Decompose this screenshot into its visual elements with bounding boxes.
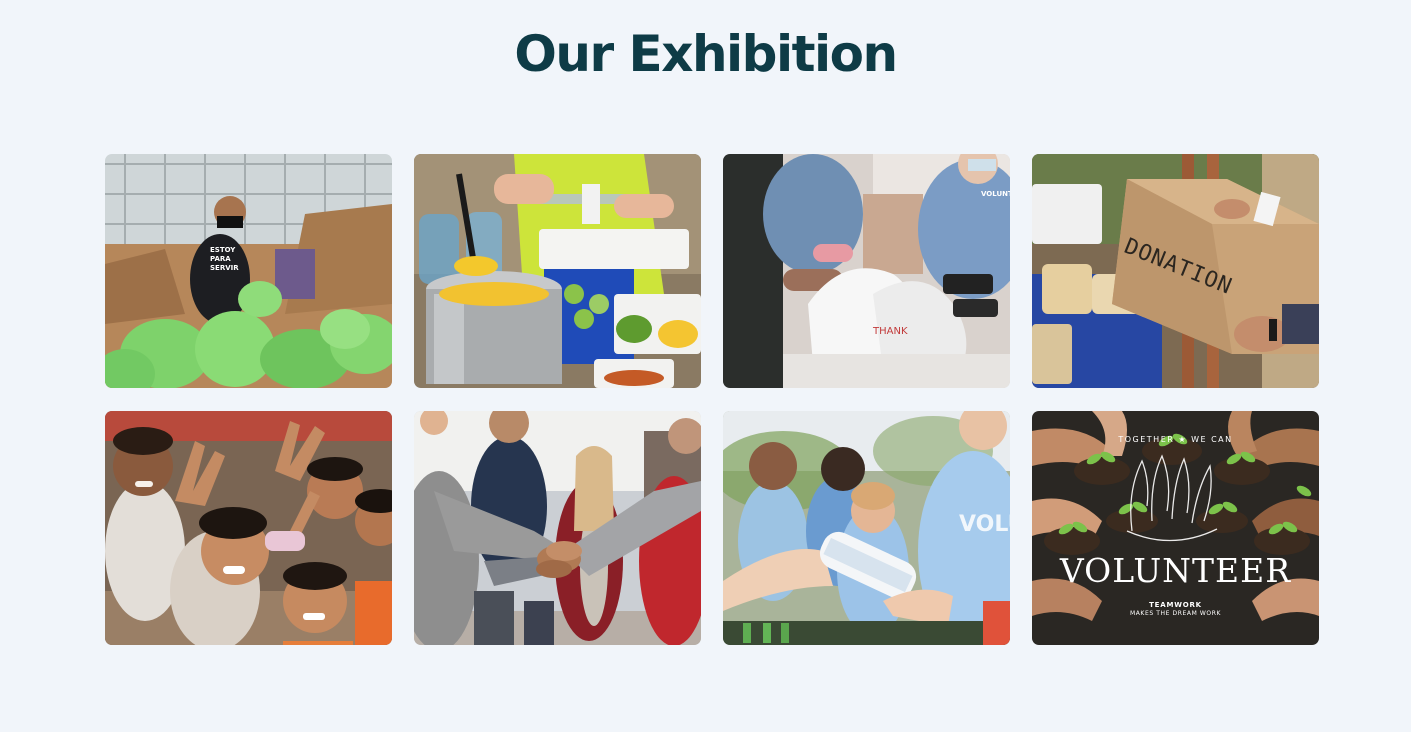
gallery-image-food-serving[interactable] [414,154,701,388]
children-photo [105,411,392,645]
food-packing-photo [105,154,392,388]
shirt-print: ESTOY PARA SERVIR [210,246,239,273]
gallery-image-food-packing[interactable]: ESTOY PARA SERVIR [105,154,392,388]
shirt-line-2: PARA [210,255,231,263]
shirt-print-volun: VOLUN [959,512,1010,537]
shirt-line-1: ESTOY [210,246,236,254]
section-title: Our Exhibition [514,25,898,83]
svg-text:THANK: THANK [872,326,908,337]
gallery-image-bottle-handout[interactable]: VOLUN [723,411,1010,645]
shirt-line-3: SERVIR [210,264,239,272]
poster-tagline: TOGETHER ★ WE CAN [1118,435,1233,444]
exhibition-gallery: ESTOY PARA SERVIR THANK VOLUN DONATION V… [105,154,1320,645]
gallery-image-bag-handout[interactable]: THANK VOLUNTEER [723,154,1010,388]
poster-subtitle-2: MAKES THE DREAM WORK [1129,610,1222,617]
gallery-image-donation-box[interactable]: DONATION [1032,154,1319,388]
shirt-print-volunteer: VOLUNTEER [981,190,1010,198]
poster-title: VOLUNTEER [1059,551,1292,590]
gallery-image-children[interactable] [105,411,392,645]
gallery-image-team-hands[interactable] [414,411,701,645]
bag-handout-photo: THANK VOLUNTEER [723,154,1010,388]
poster-subtitle-1: TEAMWORK [1149,601,1202,609]
food-serving-photo [414,154,701,388]
bottle-handout-photo: VOLUN [723,411,1010,645]
gallery-image-volunteer-poster[interactable]: TOGETHER ★ WE CAN VOLUNTEER TEAMWORK MAK… [1032,411,1319,645]
team-hands-photo [414,411,701,645]
